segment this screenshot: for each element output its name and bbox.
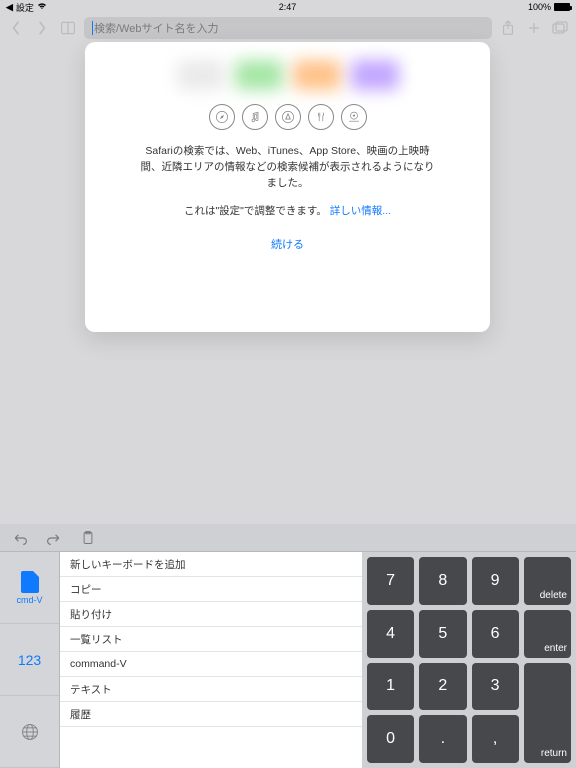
globe-icon [20,722,40,742]
menu-list[interactable]: 一覧リスト [60,627,362,652]
keyboard-left-column: cmd-V 123 [0,552,60,768]
menu-command-v[interactable]: command-V [60,652,362,677]
key-6[interactable]: 6 [472,610,519,658]
category-icons [109,104,466,130]
continue-button[interactable]: 続ける [109,236,466,252]
suggestions-menu: 新しいキーボードを追加 コピー 貼り付け 一覧リスト command-V テキス… [60,552,362,768]
forward-button[interactable] [32,18,52,38]
key-5[interactable]: 5 [419,610,466,658]
new-tab-button[interactable] [524,18,544,38]
menu-history[interactable]: 履歴 [60,702,362,727]
menu-text[interactable]: テキスト [60,677,362,702]
text-cursor [92,21,93,35]
key-1[interactable]: 1 [367,663,414,711]
document-icon [21,571,39,593]
back-button[interactable] [6,18,26,38]
content-area: Safariの検索では、Web、iTunes、App Store、映画の上映時間… [0,42,576,524]
key-comma[interactable]: , [472,715,519,763]
menu-add-keyboard[interactable]: 新しいキーボードを追加 [60,552,362,577]
music-icon [242,104,268,130]
popup-description: Safariの検索では、Web、iTunes、App Store、映画の上映時間… [139,144,436,191]
tabs-button[interactable] [550,18,570,38]
food-icon [308,104,334,130]
clipboard-button[interactable] [80,531,96,545]
key-2[interactable]: 2 [419,663,466,711]
battery-percent: 100% [528,2,551,12]
key-7[interactable]: 7 [367,557,414,605]
blurred-app-icons [109,60,466,96]
numeric-tab[interactable]: 123 [0,624,59,696]
key-delete[interactable]: delete [524,557,571,605]
bookmarks-button[interactable] [58,18,78,38]
back-to-app-icon[interactable]: ◀ [6,2,13,13]
compass-icon [209,104,235,130]
appstore-icon [275,104,301,130]
menu-copy[interactable]: コピー [60,577,362,602]
search-suggestions-popup: Safariの検索では、Web、iTunes、App Store、映画の上映時間… [85,42,490,332]
keyboard: cmd-V 123 新しいキーボードを追加 コピー 貼り付け 一覧リスト com… [0,524,576,768]
battery-icon [554,3,570,11]
wifi-icon [37,2,47,12]
undo-button[interactable] [12,531,28,545]
url-field[interactable]: 検索/Webサイト名を入力 [84,17,492,39]
browser-toolbar: 検索/Webサイト名を入力 [0,14,576,42]
key-enter[interactable]: enter [524,610,571,658]
keyboard-toolbar [0,524,576,552]
key-dot[interactable]: . [419,715,466,763]
carrier-label[interactable]: 設定 [16,1,34,14]
numpad: 7 8 9 delete 4 5 6 enter 1 2 3 return 0 … [362,552,576,768]
clipboard-tab[interactable]: cmd-V [0,552,59,624]
popup-settings-note: これは"設定"で調整できます。 詳しい情報... [109,203,466,218]
status-bar: ◀ 設定 2:47 100% [0,0,576,14]
key-9[interactable]: 9 [472,557,519,605]
more-info-link[interactable]: 詳しい情報... [330,205,391,217]
key-8[interactable]: 8 [419,557,466,605]
key-3[interactable]: 3 [472,663,519,711]
globe-tab[interactable] [0,696,59,768]
location-icon [341,104,367,130]
menu-paste[interactable]: 貼り付け [60,602,362,627]
redo-button[interactable] [46,531,62,545]
key-0[interactable]: 0 [367,715,414,763]
url-placeholder: 検索/Webサイト名を入力 [94,20,218,36]
clock: 2:47 [279,2,297,12]
key-4[interactable]: 4 [367,610,414,658]
share-button[interactable] [498,18,518,38]
key-return[interactable]: return [524,663,571,764]
